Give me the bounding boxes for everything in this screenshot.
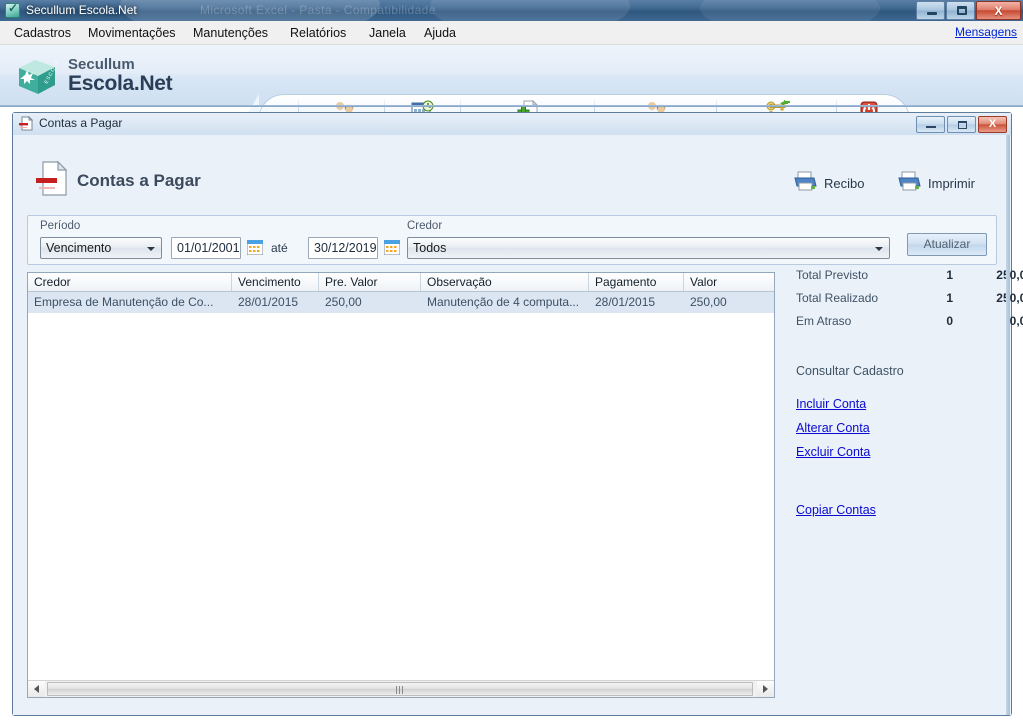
ate-label: até (271, 241, 288, 255)
page-document-minus-icon (35, 160, 69, 198)
grid-header-row: Credor Vencimento Pre. Valor Observação … (28, 273, 774, 292)
minimize-icon (927, 12, 937, 15)
em-atraso-label: Em Atraso (796, 314, 852, 328)
filter-panel: Período Credor Vencimento 01/01/2001 até… (27, 215, 997, 265)
scroll-right-arrow-icon[interactable] (757, 681, 774, 697)
minimize-icon (926, 126, 936, 128)
periodo-label: Período (40, 220, 81, 232)
column-header-pre-valor[interactable]: Pre. Valor (319, 273, 421, 291)
scrollbar-thumb[interactable] (47, 682, 753, 696)
total-realizado-count: 1 (946, 291, 953, 305)
excluir-conta-link[interactable]: Excluir Conta (796, 445, 870, 459)
printer-icon (897, 171, 921, 196)
chevron-down-icon (875, 247, 883, 251)
os-minimize-button[interactable] (916, 1, 945, 20)
calendar-icon[interactable] (246, 239, 264, 256)
page-title: Contas a Pagar (77, 171, 201, 190)
incluir-conta-link[interactable]: Incluir Conta (796, 397, 866, 411)
menu-item-ajuda[interactable]: Ajuda (419, 24, 461, 42)
credor-label: Credor (407, 220, 443, 232)
glass-highlight (430, 0, 630, 21)
mensagens-link[interactable]: Mensagens (955, 25, 1017, 39)
column-header-observacao[interactable]: Observação (421, 273, 589, 291)
main-menubar: Cadastros Movimentações Manutenções Rela… (0, 21, 1023, 45)
secullum-cube-logo: ESCOLA (17, 58, 61, 96)
menu-item-cadastros[interactable]: Cadastros (9, 24, 76, 42)
total-previsto-label: Total Previsto (796, 268, 869, 282)
mdi-restore-button[interactable] (947, 116, 976, 133)
restore-icon (958, 121, 967, 129)
mdi-window-body: Contas a Pagar Recibo Imprimir Período C… (13, 135, 1023, 715)
os-close-button[interactable]: X (976, 1, 1021, 20)
os-window-buttons: X (916, 1, 1021, 20)
close-icon: X (994, 4, 1003, 18)
mdi-close-button[interactable]: X (978, 116, 1007, 133)
credor-select[interactable]: Todos (407, 237, 890, 259)
column-header-valor[interactable]: Valor (684, 273, 774, 291)
brand-line-1: Secullum (68, 56, 135, 73)
mdi-minimize-button[interactable] (916, 116, 945, 133)
os-restore-button[interactable] (946, 1, 975, 20)
periodo-type-value: Vencimento (46, 241, 112, 255)
close-icon: X (988, 118, 997, 130)
column-header-vencimento[interactable]: Vencimento (232, 273, 319, 291)
document-minus-icon (19, 115, 34, 131)
date-to-value: 30/12/2019 (314, 241, 377, 255)
total-previsto-value: 250,00 (953, 268, 1023, 282)
em-atraso-count: 0 (946, 314, 953, 328)
em-atraso-value: 0,00 (1009, 314, 1023, 328)
consultar-cadastro-label: Consultar Cadastro (796, 364, 904, 378)
atualizar-button[interactable]: Atualizar (907, 233, 987, 256)
date-to-input[interactable]: 30/12/2019 (308, 237, 378, 259)
glass-highlight (700, 0, 880, 21)
menu-item-movimentacoes[interactable]: Movimentações (83, 24, 181, 42)
scroll-left-arrow-icon[interactable] (28, 681, 45, 697)
cell-pre-valor: 250,00 (325, 295, 362, 309)
recibo-button[interactable]: Recibo (793, 171, 864, 196)
column-header-credor[interactable]: Credor (28, 273, 232, 291)
menu-item-janela[interactable]: Janela (364, 24, 411, 42)
copiar-contas-link[interactable]: Copiar Contas (796, 503, 876, 517)
date-from-input[interactable]: 01/01/2001 (171, 237, 241, 259)
chevron-down-icon (147, 247, 155, 251)
table-row[interactable]: Empresa de Manutenção de Co... 28/01/201… (28, 292, 774, 313)
total-realizado-label: Total Realizado (796, 291, 879, 305)
os-window-title: Secullum Escola.Net (26, 3, 137, 17)
brand-line-2: Escola.Net (68, 72, 173, 95)
restore-icon (957, 6, 967, 15)
total-previsto-count: 1 (946, 268, 953, 282)
summary-side-panel: Total Previsto 1 250,00 Total Realizado … (788, 268, 1023, 698)
column-header-pagamento[interactable]: Pagamento (589, 273, 684, 291)
imprimir-button[interactable]: Imprimir (897, 171, 975, 196)
mdi-right-edge (1006, 135, 1010, 715)
alterar-conta-link[interactable]: Alterar Conta (796, 421, 870, 435)
credor-value: Todos (413, 241, 447, 255)
periodo-type-select[interactable]: Vencimento (40, 237, 162, 259)
grid-horizontal-scrollbar[interactable] (28, 680, 774, 697)
mdi-window-buttons: X (916, 116, 1007, 133)
background-window-title: Microsoft Excel - Pasta - Compatibilidad… (200, 3, 436, 17)
cell-valor: 250,00 (690, 295, 727, 309)
cell-vencimento: 28/01/2015 (238, 295, 299, 309)
calendar-icon[interactable] (383, 239, 401, 256)
cell-pagamento: 28/01/2015 (595, 295, 656, 309)
mdi-child-window: Contas a Pagar X Contas a Pagar Recibo I… (12, 112, 1023, 716)
date-from-value: 01/01/2001 (177, 241, 240, 255)
mdi-window-title: Contas a Pagar (39, 116, 123, 130)
cell-credor: Empresa de Manutenção de Co... (34, 295, 214, 309)
app-icon (5, 1, 20, 18)
imprimir-label: Imprimir (928, 176, 975, 191)
menu-item-manutencoes[interactable]: Manutenções (188, 24, 273, 42)
menu-item-relatorios[interactable]: Relatórios (285, 24, 351, 42)
mdi-titlebar: Contas a Pagar X (13, 113, 1011, 135)
contas-grid: Credor Vencimento Pre. Valor Observação … (27, 272, 775, 698)
cell-observacao: Manutenção de 4 computa... (427, 295, 580, 309)
app-header: ESCOLA Secullum Escola.Net Pessoas (0, 45, 1023, 142)
grip-icon (396, 686, 404, 694)
recibo-label: Recibo (824, 176, 865, 191)
os-window-titlebar: Secullum Escola.Net Microsoft Excel - Pa… (0, 0, 1023, 21)
printer-icon (793, 171, 817, 196)
total-realizado-value: 250,00 (953, 291, 1023, 305)
